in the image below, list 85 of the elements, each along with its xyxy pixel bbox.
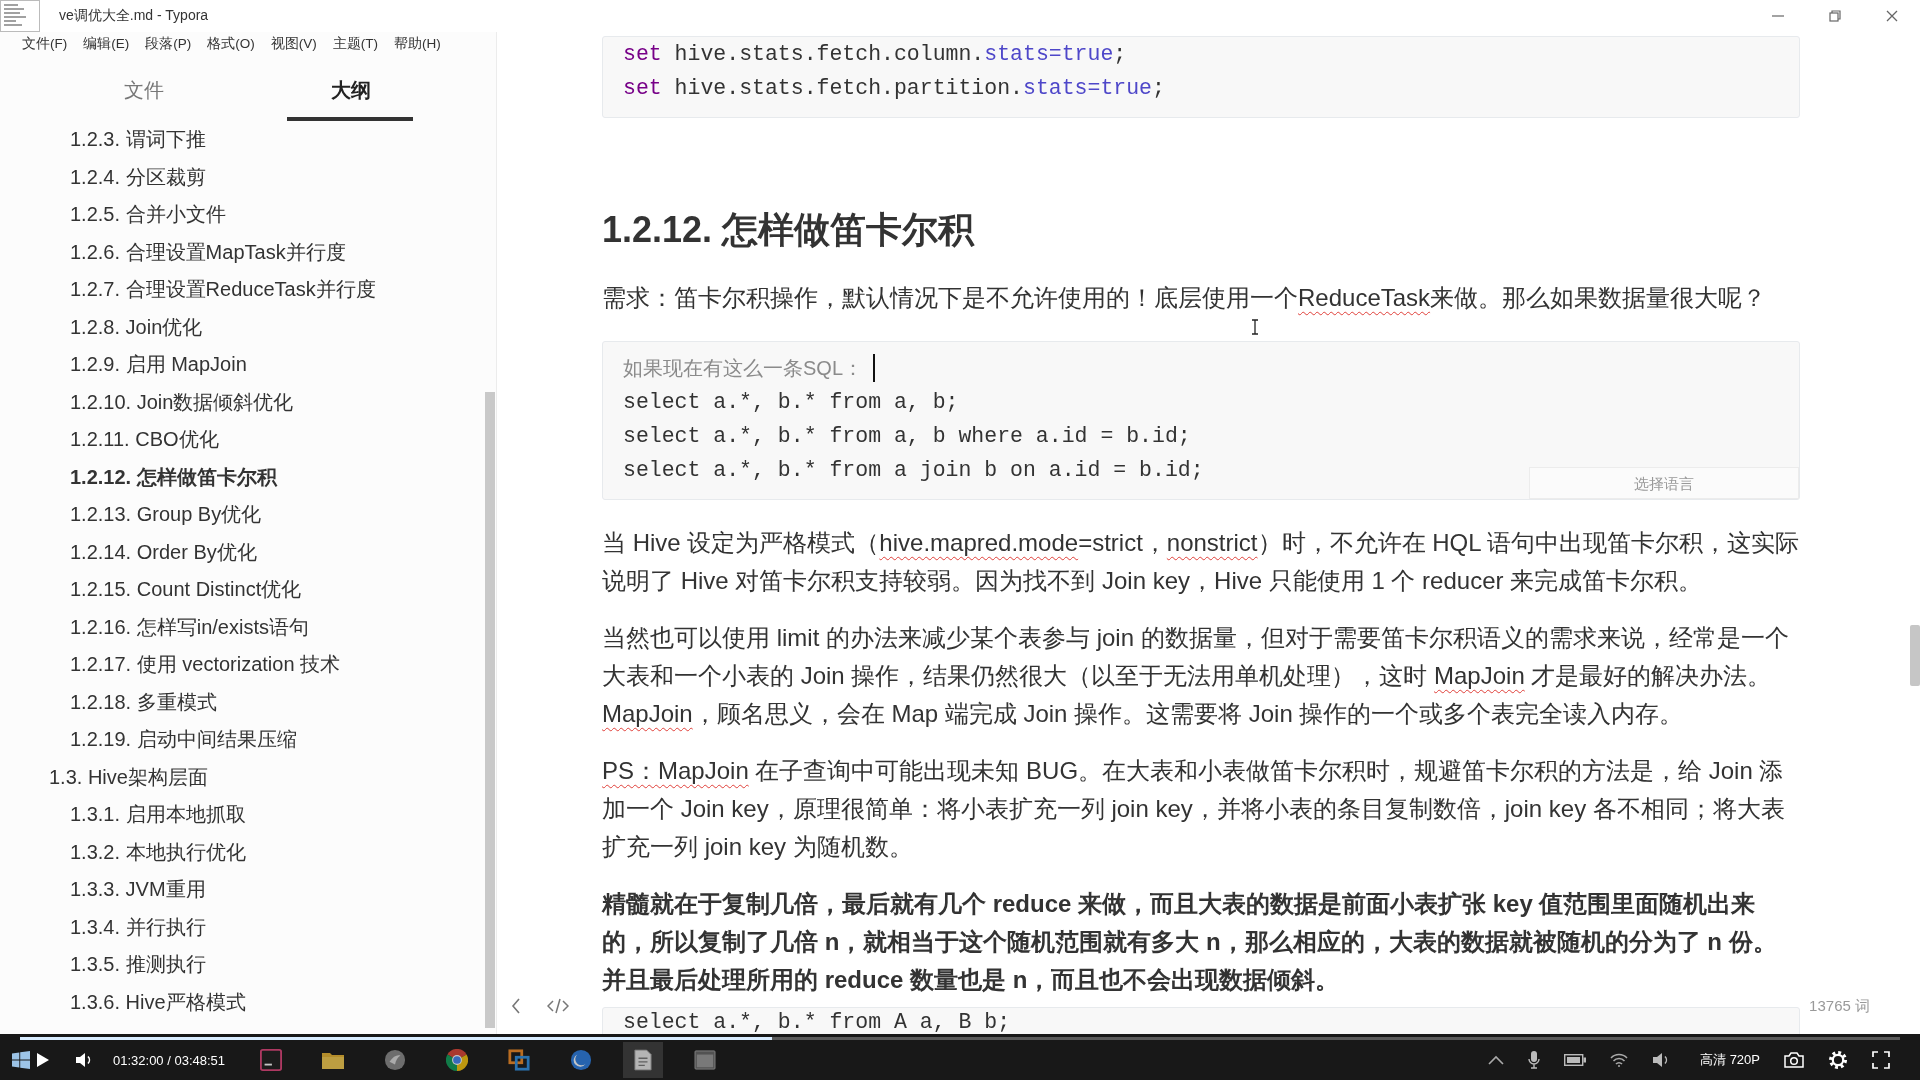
outline-item[interactable]: 1.2.18. 多重模式 [70,683,217,721]
fullscreen-icon [1872,1051,1890,1069]
wifi-icon[interactable] [1610,1053,1628,1067]
outline-item[interactable]: 1.3.3. JVM重用 [70,871,206,909]
outline-item[interactable]: 1.2.14. Order By优化 [70,533,257,571]
outline-item[interactable]: 1.2.5. 合并小文件 [70,196,226,234]
menu-item[interactable]: 编辑(E) [83,35,130,53]
code-line: select a.*, b.* from a join b on a.id = b.id; [623,457,1204,484]
menu-item[interactable]: 视图(V) [270,35,317,53]
settings-icon [1828,1050,1848,1070]
outline-item[interactable]: 1.2.9. 启用 MapJoin [70,346,247,384]
scrollbar-thumb[interactable] [485,392,495,1028]
outline-item[interactable]: 1.2.19. 启动中间结果压缩 [70,721,297,759]
code-line: set hive.stats.fetch.column.stats=true; [623,41,1127,68]
four-panes-logo-icon[interactable] [12,1051,30,1069]
outline-item[interactable]: 1.2.17. 使用 vectorization 技术 [70,646,341,684]
play-icon [36,1052,50,1068]
sidebar-tab[interactable]: 文件 [40,56,247,121]
outline-item[interactable]: 1.3.2. 本地执行优化 [70,833,246,871]
code-line: set hive.stats.fetch.partition.stats=true; [623,75,1165,102]
outline-item[interactable]: 1.2.7. 合理设置ReduceTask并行度 [70,271,376,309]
language-field[interactable]: 选择语言 [1529,467,1799,499]
camera-icon [1784,1052,1804,1068]
settings-button[interactable] [1828,1050,1848,1070]
paragraph: 当 Hive 设定为严格模式（hive.mapred.mode=strict，nonstrict）时，不允许在 HQL 语句中出现笛卡尔积，这实际说明了 Hive 对笛卡尔积支持较弱。因为找不到 Join key，Hive 只能使用 1 个 reducer 来完成笛卡尔积。 [602,528,1800,596]
paragraph: 当然也可以使用 limit 的办法来减少某个表参与 join 的数据量，但对于需要笛卡尔积语义的需求来说，经常是一个大表和一个小表的 Join 操作，结果仍然很大（以至于无法用单机处理），这时 MapJoin 才是最好的解决办法。 MapJoin，顾名思义，会在 Map 端完成 Join 操作。这需要将 Join 操作的一个或多个表完全读入内存。 [602,623,1790,729]
code-line: select a.*, b.* from A a, B b; [623,1009,1011,1034]
battery-icon[interactable] [1564,1054,1586,1066]
outline-item[interactable]: 1.2.15. Count Distinct优化 [70,571,302,609]
play-button[interactable] [36,1052,50,1068]
menu-item[interactable]: 主题(T) [332,35,378,53]
disc-icon [570,1049,593,1071]
folder-icon [321,1050,346,1070]
outline-item[interactable]: 1.2.8. Join优化 [70,308,203,346]
microphone-icon[interactable] [1528,1051,1540,1069]
code-icon[interactable] [547,998,569,1014]
section-heading: 1.2.12. 怎样做笛卡尔积 [602,208,976,252]
playback-time: 01:32:00 / 03:48:51 [113,1052,226,1068]
paragraph: 精髓就在于复制几倍，最后就有几个 reduce 来做，而且大表的数据是前面小表扩张 key 值范围里面随机出来的，所以复制了几倍 n，就相当于这个随机范围就有多大 n，那么相应的，大表的数据就被随机的分为了 n 份。并且最后处理所用的 reduce 数量也是 n，而且也不会出现数据倾斜。 [602,889,1778,995]
square-app-icon [260,1049,283,1071]
document-icon [634,1049,653,1071]
code-line: select a.*, b.* from a, b where a.id = b.id; [623,423,1191,450]
taskbar-button[interactable] [623,1042,664,1078]
outline-item[interactable]: 1.3.5. 推测执行 [70,946,206,984]
outline-item[interactable]: 1.2.13. Group By优化 [70,496,262,534]
outline-item[interactable]: 1.2.10. Join数据倾斜优化 [70,383,294,421]
outline-item[interactable]: 1.3.6. Hive严格模式 [70,983,246,1021]
menu-item[interactable]: 段落(P) [145,35,192,53]
overlapping-squares-icon [508,1049,531,1071]
screenshot-button[interactable] [1784,1052,1804,1068]
outline-item[interactable]: 1.2.11. CBO优化 [70,421,219,459]
outline-item[interactable]: 1.2.4. 分区裁剪 [70,158,206,196]
word-count: 13765 词 [1809,996,1870,1016]
paragraph: 需求：笛卡尔积操作，默认情况下是不允许使用的！底层使用一个ReduceTask来做。那么如果数据量很大呢？ [602,283,1768,313]
quality-button[interactable]: 高清 720P [1700,1051,1760,1069]
outline-item[interactable]: 1.3.4. 并行执行 [70,908,206,946]
speaker-icon [75,1052,93,1068]
outline-item[interactable]: 1.2.12. 怎样做笛卡尔积 [70,458,277,496]
menu-item[interactable]: 格式(O) [207,35,255,53]
sidebar-tab[interactable]: 大纲 [247,56,454,121]
outline-item[interactable]: 1.2.6. 合理设置MapTask并行度 [70,233,346,271]
tricolor-circle-icon [446,1049,469,1071]
i-beam-cursor-icon [1251,319,1259,335]
volume-button[interactable] [75,1052,93,1068]
chevron-left-icon[interactable] [511,998,521,1014]
fullscreen-button[interactable] [1872,1051,1890,1069]
scrollbar-thumb[interactable] [1910,625,1920,686]
close-icon [1885,10,1898,22]
code-line: select a.*, b.* from a, b; [623,389,959,416]
outline-item[interactable]: 1.3. Hive架构层面 [49,758,208,796]
speaker-icon[interactable] [1652,1052,1670,1068]
code-line: 如果现在有这么一条SQL： [623,355,864,381]
chevron-up-icon[interactable] [1488,1055,1504,1065]
paragraph: PS：MapJoin 在子查询中可能出现未知 BUG。在大表和小表做笛卡尔积时，规避笛卡尔积的方法是，给 Join 添加一个 Join key，原理很简单：将小表扩充一列 join key，并将小表的条目复制数倍，join key 各不相同；将大表扩充一列 join key 为随机数。 [602,756,1786,862]
window-title: ve调优大全.md - Typora [59,7,209,25]
round-app-icon [384,1049,407,1071]
minimize-icon [1771,15,1784,17]
menu-item[interactable]: 文件(F) [22,35,68,53]
restore-icon [1828,10,1841,22]
menu-item[interactable]: 帮助(H) [394,35,441,53]
progress-track[interactable] [20,1037,1900,1040]
outline-item[interactable]: 1.2.16. 怎样写in/exists语句 [70,608,309,646]
window-icon [694,1050,717,1070]
outline-item[interactable]: 1.2.3. 谓词下推 [70,121,206,159]
outline-item[interactable]: 1.3.1. 启用本地抓取 [70,796,246,834]
